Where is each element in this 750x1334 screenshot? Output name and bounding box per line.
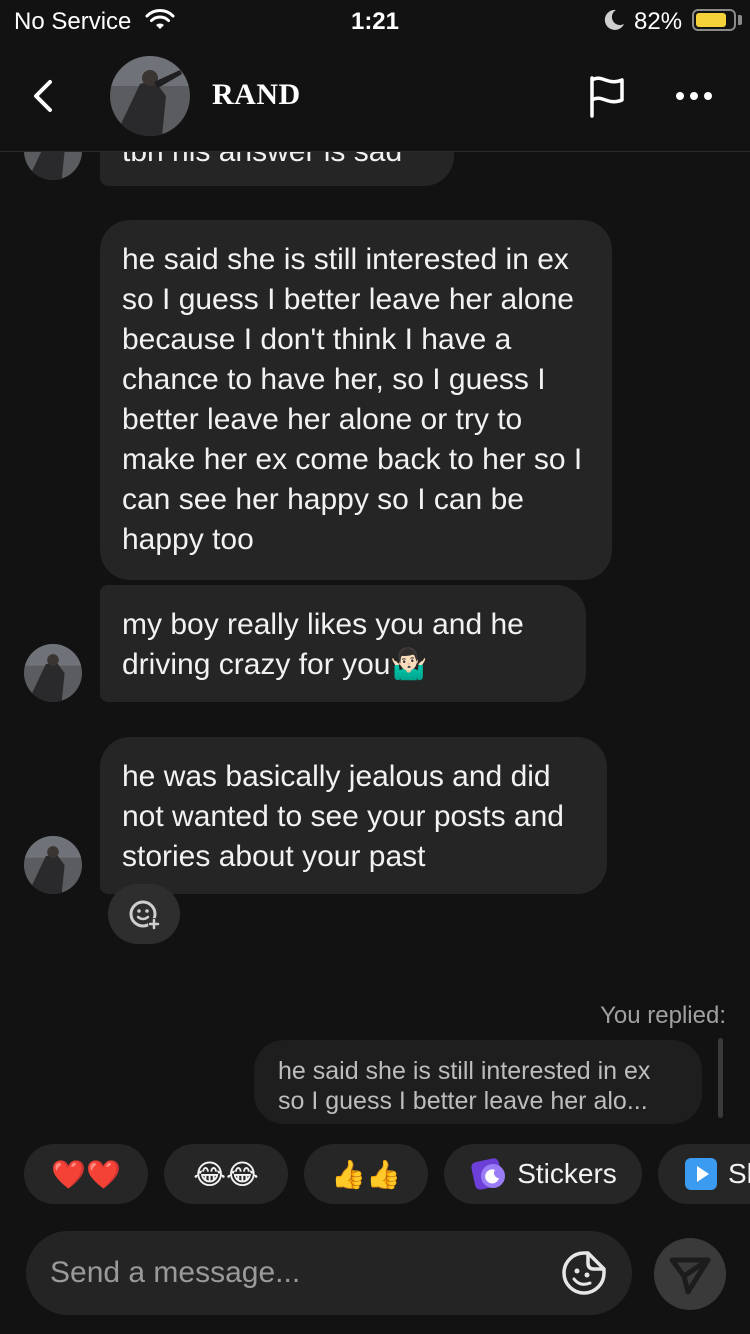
quick-reaction-thumbs-up[interactable]: 👍👍	[304, 1144, 428, 1204]
reply-quote[interactable]: he said she is still interested in ex so…	[254, 1040, 702, 1124]
message-text: he was basically jealous and did not wan…	[122, 760, 564, 873]
message-input-bar	[26, 1231, 632, 1315]
battery-percent: 82%	[634, 8, 683, 35]
quick-reactions-row[interactable]: ❤️❤️ 😂😂 👍👍 Stickers Sl	[0, 1140, 750, 1208]
back-icon[interactable]	[22, 74, 66, 118]
sticker-picker-icon[interactable]	[560, 1249, 608, 1297]
sender-avatar[interactable]	[24, 836, 82, 894]
chip-label: 😂😂	[193, 1158, 259, 1190]
message-input[interactable]	[50, 1231, 550, 1315]
avatar-image	[24, 152, 82, 180]
stickers-icon	[471, 1158, 506, 1190]
moon-icon	[604, 9, 624, 30]
avatar-image	[24, 644, 82, 702]
message-text: he said she is still interested in ex so…	[122, 243, 583, 556]
battery-icon	[692, 9, 736, 31]
status-bar: No Service 1:21 82%	[0, 0, 750, 44]
add-reaction-button[interactable]	[108, 884, 180, 944]
you-replied-label: You replied:	[600, 1002, 726, 1029]
chip-label: 👍👍	[331, 1158, 401, 1190]
battery-tip	[738, 15, 742, 25]
stickers-button[interactable]: Stickers	[444, 1144, 642, 1204]
message-list[interactable]: tbh his answer is sad he said she is sti…	[0, 152, 750, 1132]
chip-label: ❤️❤️	[51, 1158, 121, 1190]
video-icon	[685, 1158, 717, 1190]
send-button[interactable]	[654, 1238, 726, 1310]
contact-avatar[interactable]	[110, 56, 190, 136]
video-stickers-button[interactable]: Sl	[658, 1144, 750, 1204]
quoted-text-line-2: so I guess I better leave her alo...	[278, 1087, 648, 1115]
quoted-text-line-1: he said she is still interested in ex	[278, 1057, 651, 1085]
message-text: tbh his answer is sad	[122, 152, 402, 168]
message-bubble[interactable]: tbh his answer is sad	[100, 152, 454, 186]
send-icon	[669, 1257, 711, 1295]
quick-reaction-laughing[interactable]: 😂😂	[164, 1144, 288, 1204]
contact-name[interactable]: RAND	[212, 78, 301, 112]
message-text: my boy really likes you and he driving c…	[122, 608, 524, 681]
reply-indicator-bar	[718, 1038, 723, 1118]
avatar-image	[110, 56, 190, 136]
chip-label: Sl	[728, 1158, 750, 1189]
message-bubble[interactable]: he said she is still interested in ex so…	[100, 220, 612, 580]
chip-label: Stickers	[517, 1158, 617, 1189]
quick-reaction-hearts[interactable]: ❤️❤️	[24, 1144, 148, 1204]
battery-fill	[696, 13, 726, 27]
sender-avatar[interactable]	[24, 644, 82, 702]
message-bubble[interactable]: he was basically jealous and did not wan…	[100, 737, 607, 894]
more-icon[interactable]	[670, 78, 718, 114]
add-reaction-icon	[129, 900, 160, 930]
chat-header: RAND	[0, 44, 750, 152]
flag-icon[interactable]	[582, 72, 630, 120]
message-bubble[interactable]: my boy really likes you and he driving c…	[100, 585, 586, 702]
sender-avatar[interactable]	[24, 152, 82, 180]
avatar-image	[24, 836, 82, 894]
